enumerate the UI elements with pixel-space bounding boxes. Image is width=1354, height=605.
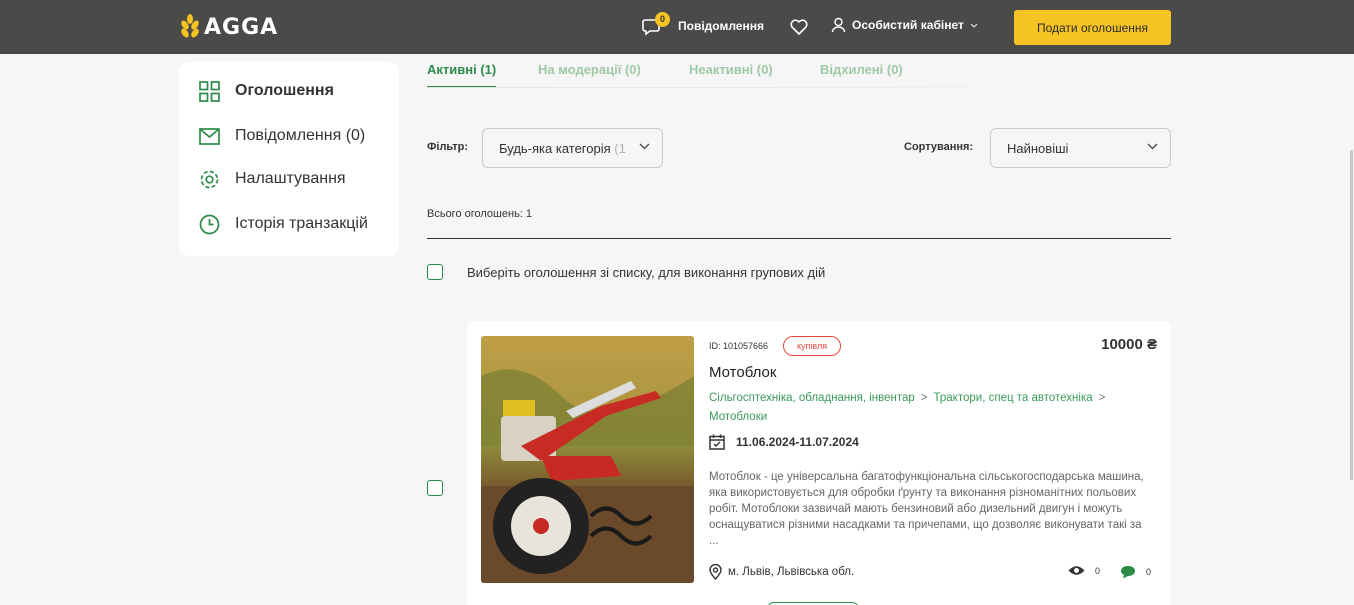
listing-price: 10000 ₴ [1101,336,1157,353]
total-ads-count: Всього оголошень: 1 [427,208,533,220]
category-filter-count: (1 [614,140,626,156]
tab-rejected[interactable]: Відхилені (0) [820,62,903,77]
listing-card[interactable]: ID: 101057666 купівля 10000 ₴ Мотоблок С… [467,321,1171,605]
scrollbar-thumb[interactable] [1350,150,1353,480]
listing-date-range: 11.06.2024-11.07.2024 [736,435,859,449]
listing-categories: Сільгосптехніка, обладнання, інвентар > Тр… [709,389,1149,427]
views-stat: 0 [1068,565,1100,576]
category-filter-select[interactable]: Будь-яка категорія (1 [482,128,663,168]
comments-stat: 0 [1120,565,1151,579]
grid-icon [198,80,220,102]
bulk-actions-hint: Виберіть оголошення зі списку, для викон… [467,265,826,280]
wheat-icon [181,14,199,38]
sidebar-item-settings[interactable]: Налаштування [198,168,346,190]
sidebar-item-transactions[interactable]: Історія транзакцій [198,213,368,235]
header-messages-link[interactable]: 0 Повідомлення [642,12,764,37]
chevron-down-icon [1147,143,1158,150]
ads-status-tabs: Активні (1) На модерації (0) Неактивні (… [427,62,1171,88]
logo-text: AGGA [204,14,279,40]
cabinet-label: Особистий кабінет [852,18,964,32]
tab-inactive[interactable]: Неактивні (0) [689,62,773,77]
listing-title[interactable]: Мотоблок [709,364,776,381]
chevron-down-icon [639,143,650,150]
crumb-separator: > [1098,392,1106,404]
listing-photo[interactable] [481,336,694,583]
map-pin-icon [709,564,722,580]
filter-label: Фільтр: [427,141,468,153]
category-link[interactable]: Мотоблоки [709,411,767,423]
sort-value: Найновіші [1007,140,1069,156]
comments-count: 0 [1146,567,1152,577]
page-scrollbar[interactable] [1348,54,1354,605]
sidebar-item-label: Повідомлення (0) [235,127,366,144]
tab-active[interactable]: Активні (1) [427,62,497,88]
category-link[interactable]: Трактори, спец та автотехніка [934,392,1093,404]
gear-icon [198,168,220,190]
listing-location: м. Львів, Львівська обл. [709,564,854,580]
crumb-separator: > [920,392,928,404]
chevron-down-icon [970,23,978,28]
chat-bubble-icon: 0 [642,12,670,37]
comment-bubble-icon [1121,566,1135,579]
sidebar-item-label: Оголошення [235,82,334,99]
sort-label: Сортування: [904,141,974,153]
tab-moderation[interactable]: На модерації (0) [538,62,641,77]
sidebar-item-ads[interactable]: Оголошення [198,80,334,102]
account-sidebar: Оголошення Повідомлення (0) Налаштування… [179,62,399,256]
personal-cabinet-menu[interactable]: Особистий кабінет [831,17,984,33]
category-link[interactable]: Сільгосптехніка, обладнання, інвентар [709,392,915,404]
category-filter-value: Будь-яка категорія [499,140,611,156]
listing-id: ID: 101057666 [709,341,769,351]
select-all-checkbox[interactable] [427,264,443,280]
listing-type-tag: купівля [783,336,842,356]
clock-icon [198,213,220,235]
tabs-divider [427,87,1171,88]
sidebar-item-label: Історія транзакцій [235,215,368,232]
messages-count-badge: 0 [655,12,670,27]
top-header: AGGA 0 Повідомлення Особистий кабінет По… [0,0,1354,54]
agga-logo[interactable]: AGGA [179,13,278,41]
user-icon [831,17,846,33]
calendar-check-icon [709,434,725,450]
envelope-icon [198,125,220,147]
views-count: 0 [1095,565,1101,576]
eye-icon [1068,566,1085,575]
listing-location-text: м. Львів, Львівська обл. [728,566,855,578]
list-divider [427,238,1171,239]
post-ad-button[interactable]: Подати оголошення [1014,10,1171,45]
sort-select[interactable]: Найновіші [990,128,1171,168]
header-messages-label: Повідомлення [678,19,764,33]
listing-checkbox[interactable] [427,480,443,496]
listing-description: Мотоблок - це універсальна багатофункціо… [709,471,1144,547]
heart-icon[interactable] [788,16,810,38]
sidebar-item-messages[interactable]: Повідомлення (0) [198,125,365,147]
sidebar-item-label: Налаштування [235,170,346,187]
listing-dates: 11.06.2024-11.07.2024 [709,434,859,450]
